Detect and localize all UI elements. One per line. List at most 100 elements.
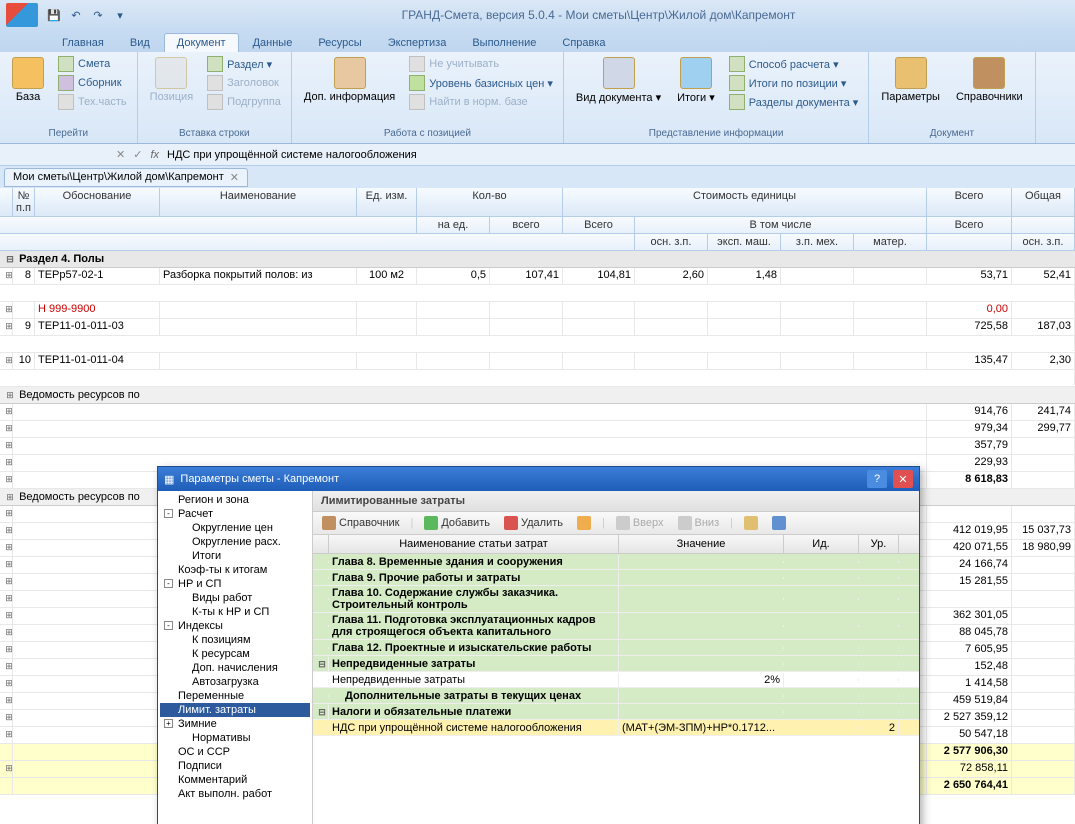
header-button[interactable]: Заголовок — [203, 74, 285, 92]
collection-button[interactable]: Сборник — [54, 74, 131, 92]
table-row[interactable]: ⊞8ТЕРр57-02-1Разборка покрытий полов: из… — [0, 268, 1075, 285]
dialog-grid-row[interactable]: Дополнительные затраты в текущих ценах — [313, 688, 919, 704]
cancel-icon[interactable]: ✕ — [116, 148, 125, 161]
table-row[interactable] — [0, 370, 1075, 387]
posntotals-button[interactable]: Итоги по позиции ▾ — [725, 74, 863, 92]
dialog-tree[interactable]: Регион и зона-РасчетОкругление ценОкругл… — [158, 491, 313, 824]
table-row[interactable] — [0, 285, 1075, 302]
dialog-toolbar: Справочник | Добавить Удалить | Вверх Вн… — [313, 512, 919, 535]
position-button[interactable]: Позиция — [144, 55, 200, 105]
tree-item[interactable]: Подписи — [160, 759, 310, 773]
tab-data[interactable]: Данные — [241, 34, 305, 52]
calcmethod-button[interactable]: Способ расчета ▾ — [725, 55, 863, 73]
table-row[interactable]: ⊞979,34299,77 — [0, 421, 1075, 438]
find-norm-button[interactable]: Найти в норм. базе — [405, 93, 557, 111]
tree-item[interactable]: Коэф-ты к итогам — [160, 563, 310, 577]
tree-item[interactable]: Автозагрузка — [160, 675, 310, 689]
subgroup-button[interactable]: Подгруппа — [203, 93, 285, 111]
table-row[interactable]: ⊞357,79 — [0, 438, 1075, 455]
tab-resources[interactable]: Ресурсы — [306, 34, 373, 52]
reference-button[interactable]: Справочники — [950, 55, 1029, 105]
docview-button[interactable]: Вид документа ▾ — [570, 55, 667, 106]
section-button[interactable]: Раздел ▾ — [203, 55, 285, 73]
resource-section-1[interactable]: ⊞ Ведомость ресурсов по — [0, 387, 1075, 404]
ignore-button[interactable]: Не учитывать — [405, 55, 557, 73]
techpart-button[interactable]: Тех.часть — [54, 93, 131, 111]
ref-button[interactable]: Справочник — [319, 515, 403, 531]
tree-item[interactable]: Переменные — [160, 689, 310, 703]
open-button[interactable] — [741, 515, 761, 531]
redo-icon[interactable]: ↷ — [90, 7, 106, 23]
totals-button[interactable]: Итоги ▾ — [671, 55, 721, 106]
tree-item[interactable]: Регион и зона — [160, 493, 310, 507]
close-tab-icon[interactable]: ✕ — [230, 171, 239, 184]
tree-item[interactable]: -Расчет — [160, 507, 310, 521]
tree-item[interactable]: Нормативы — [160, 731, 310, 745]
tree-item[interactable]: -Индексы — [160, 619, 310, 633]
dialog-grid-row[interactable]: Глава 10. Содержание службы заказчика. С… — [313, 586, 919, 613]
tree-item[interactable]: К позициям — [160, 633, 310, 647]
tab-document[interactable]: Документ — [164, 33, 239, 52]
tree-item[interactable]: Итоги — [160, 549, 310, 563]
collapse-icon[interactable]: ⊟ — [4, 254, 16, 265]
dialog-help-button[interactable]: ? — [867, 470, 887, 488]
grid-header-2: на ед.всего Всего В том числе Всего — [0, 217, 1075, 234]
dialog-grid-row[interactable]: Непредвиденные затраты2% — [313, 672, 919, 688]
table-row[interactable] — [0, 336, 1075, 353]
estimate-button[interactable]: Смета — [54, 55, 131, 73]
params-button[interactable]: Параметры — [875, 55, 946, 105]
extra-info-button[interactable]: Доп. информация — [298, 55, 401, 105]
dialog-grid-row[interactable]: Глава 12. Проектные и изыскательские раб… — [313, 640, 919, 656]
down-button[interactable]: Вниз — [675, 515, 723, 531]
tab-main[interactable]: Главная — [50, 34, 116, 52]
tree-item[interactable]: Акт выполн. работ — [160, 787, 310, 801]
edit-button[interactable] — [574, 515, 594, 531]
dialog-grid-row[interactable]: Глава 8. Временные здания и сооружения — [313, 554, 919, 570]
document-tab[interactable]: Мои сметы\Центр\Жилой дом\Капремонт ✕ — [4, 168, 248, 187]
undo-icon[interactable]: ↶ — [68, 7, 84, 23]
titlebar: 💾 ↶ ↷ ▾ ГРАНД-Смета, версия 5.0.4 - Мои … — [0, 0, 1075, 30]
table-row[interactable]: ⊞Н 999-99000,00 — [0, 302, 1075, 319]
baselevel-button[interactable]: Уровень базисных цен ▾ — [405, 74, 557, 92]
dialog-close-button[interactable]: ✕ — [893, 470, 913, 488]
save-icon[interactable]: 💾 — [46, 7, 62, 23]
tree-item[interactable]: Комментарий — [160, 773, 310, 787]
grid-header-1: № п.пОбоснование НаименованиеЕд. изм. Ко… — [0, 188, 1075, 217]
docsections-button[interactable]: Разделы документа ▾ — [725, 93, 863, 111]
dialog-grid-row[interactable]: ⊟Непредвиденные затраты — [313, 656, 919, 672]
dialog-grid-row[interactable]: Глава 9. Прочие работы и затраты — [313, 570, 919, 586]
dialog-titlebar[interactable]: ▦ Параметры сметы - Капремонт ? ✕ — [158, 467, 919, 491]
tree-item[interactable]: Округление цен — [160, 521, 310, 535]
tree-item[interactable]: Доп. начисления — [160, 661, 310, 675]
tab-execution[interactable]: Выполнение — [460, 34, 548, 52]
section-header[interactable]: ⊟ Раздел 4. Полы — [0, 251, 1075, 268]
dialog-grid-row[interactable]: Глава 11. Подготовка эксплуатационных ка… — [313, 613, 919, 640]
tree-item[interactable]: К-ты к НР и СП — [160, 605, 310, 619]
base-button[interactable]: База — [6, 55, 50, 105]
tree-item[interactable]: Округление расх. — [160, 535, 310, 549]
table-row[interactable]: ⊞10ТЕР11-01-011-04135,472,30 — [0, 353, 1075, 370]
formula-input[interactable] — [167, 149, 1067, 161]
delete-button[interactable]: Удалить — [501, 515, 566, 531]
tree-item[interactable]: Виды работ — [160, 591, 310, 605]
tree-item[interactable]: +Зимние — [160, 717, 310, 731]
tab-view[interactable]: Вид — [118, 34, 162, 52]
fx-icon[interactable]: fx — [150, 149, 159, 161]
qat-dropdown-icon[interactable]: ▾ — [112, 7, 128, 23]
tree-item[interactable]: Лимит. затраты — [160, 703, 310, 717]
table-row[interactable]: ⊞914,76241,74 — [0, 404, 1075, 421]
table-row[interactable]: ⊞9ТЕР11-01-011-03725,58187,03 — [0, 319, 1075, 336]
dialog-grid[interactable]: Глава 8. Временные здания и сооруженияГл… — [313, 554, 919, 824]
tab-expertise[interactable]: Экспертиза — [376, 34, 459, 52]
dialog-main: Лимитированные затраты Справочник | Доба… — [313, 491, 919, 824]
add-button[interactable]: Добавить — [421, 515, 493, 531]
dialog-grid-row[interactable]: НДС при упрощённой системе налогообложен… — [313, 720, 919, 736]
up-button[interactable]: Вверх — [613, 515, 667, 531]
tree-item[interactable]: К ресурсам — [160, 647, 310, 661]
tab-help[interactable]: Справка — [550, 34, 617, 52]
accept-icon[interactable]: ✓ — [133, 148, 142, 161]
dialog-grid-row[interactable]: ⊟Налоги и обязательные платежи — [313, 704, 919, 720]
tree-item[interactable]: -НР и СП — [160, 577, 310, 591]
tree-item[interactable]: ОС и ССР — [160, 745, 310, 759]
save-button[interactable] — [769, 515, 789, 531]
